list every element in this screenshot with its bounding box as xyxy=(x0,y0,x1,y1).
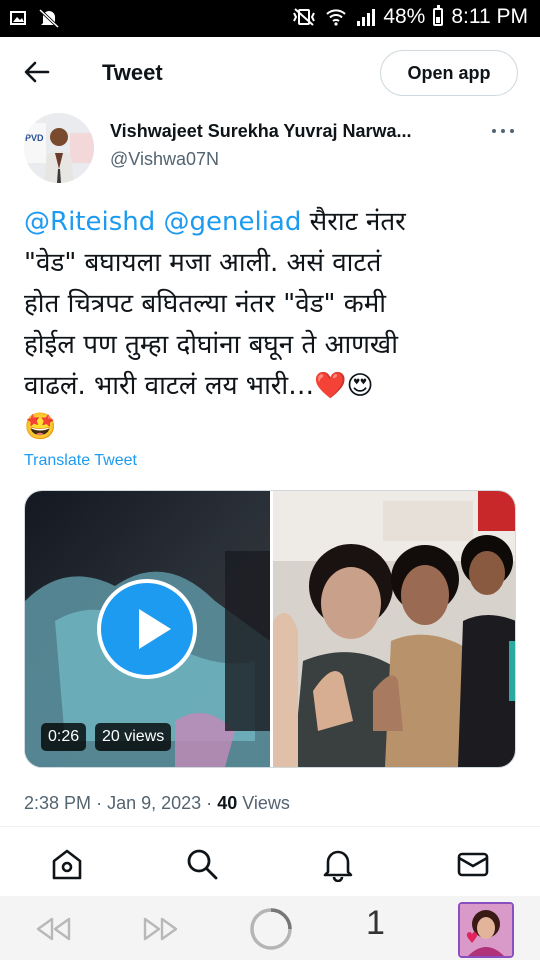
tweet-text: @Riteishd @geneliad सैराट नंतर "वेड" बघा… xyxy=(24,202,520,448)
loading-ring-icon xyxy=(250,908,292,950)
home-icon xyxy=(52,849,82,880)
tab-notifications[interactable] xyxy=(320,846,356,883)
play-button[interactable] xyxy=(97,579,197,679)
tweet-line-5-text: वाढलं. भारी वाटलं लय भारी… xyxy=(24,371,315,401)
back-button[interactable] xyxy=(22,57,52,87)
tweet-date[interactable]: Jan 9, 2023 xyxy=(107,793,201,813)
wifi-icon xyxy=(326,9,347,26)
battery-icon xyxy=(433,5,444,26)
tab-thumbnail[interactable] xyxy=(458,902,514,958)
translate-tweet-link[interactable]: Translate Tweet xyxy=(24,452,137,470)
rewind-icon xyxy=(36,917,71,941)
bottom-tab-bar xyxy=(0,836,540,892)
heart-emoji: ❤️ xyxy=(314,371,347,401)
tab-home[interactable] xyxy=(49,846,85,882)
tweet-line-4: होईल पण तुम्हा दोघांना बघून ते आणखी xyxy=(24,330,398,360)
author-handle[interactable]: @Vishwa07N xyxy=(110,149,219,170)
more-options-button[interactable] xyxy=(492,122,514,140)
signal-icon xyxy=(357,9,376,26)
more-horizontal-icon xyxy=(492,129,496,133)
gallery-notification-icon xyxy=(10,11,26,25)
bell-icon xyxy=(323,850,353,883)
avatar-sign-text: PVD xyxy=(25,133,44,143)
tweet-media: 0:26 20 views xyxy=(24,490,516,768)
tweet-line-6: 🤩 xyxy=(24,407,520,448)
status-left-icons xyxy=(10,8,60,28)
status-right: 48% 8:11 PM xyxy=(291,5,528,29)
tweet-line-1-text: सैराट नंतर xyxy=(301,207,406,237)
vibrate-mute-icon xyxy=(293,8,316,26)
author-name[interactable]: Vishwajeet Surekha Yuvraj Narwa... xyxy=(110,121,412,142)
browser-forward-button[interactable] xyxy=(142,916,180,947)
tweet-line-5: वाढलं. भारी वाटलं लय भारी…❤️😍 xyxy=(24,366,520,407)
avatar-photo xyxy=(24,113,94,183)
search-icon xyxy=(187,849,218,880)
divider xyxy=(0,826,540,827)
browser-back-button[interactable] xyxy=(34,916,72,947)
views-count: 40 xyxy=(217,793,238,813)
video-duration: 0:26 xyxy=(41,723,87,751)
mention-riteishd[interactable]: @Riteishd xyxy=(24,207,155,237)
tweet-line-1: @Riteishd @geneliad सैराट नंतर xyxy=(24,202,520,243)
notifications-muted-icon xyxy=(38,8,60,28)
tab-messages[interactable] xyxy=(455,846,491,882)
arrow-left-icon xyxy=(24,61,50,83)
video-views: 20 views xyxy=(95,723,172,751)
open-app-button[interactable]: Open app xyxy=(380,50,518,96)
tweet-line-3: होत चित्रपट बघितल्या नंतर "वेड" कमी xyxy=(24,289,387,319)
tweet-time[interactable]: 2:38 PM xyxy=(24,793,91,813)
video-thumbnail[interactable]: 0:26 20 views xyxy=(25,491,270,767)
reload-button[interactable] xyxy=(248,906,294,957)
tab-thumbnail-image xyxy=(460,904,512,956)
photo-thumbnail[interactable] xyxy=(273,491,515,767)
tab-count[interactable]: 1 xyxy=(366,904,385,943)
avatar[interactable]: PVD xyxy=(24,113,94,183)
views-label: Views xyxy=(242,793,290,813)
heart-eyes-emoji: 😍 xyxy=(346,371,374,401)
battery-percent: 48% xyxy=(383,5,426,28)
page-title: Tweet xyxy=(102,60,163,85)
group-selfie-photo xyxy=(273,491,515,767)
status-bar: 48% 8:11 PM xyxy=(0,0,540,37)
tweet-line-2: "वेड" बघायला मजा आली. असं वाटतं xyxy=(24,248,382,278)
clock: 8:11 PM xyxy=(451,5,528,28)
tweet-header: Tweet Open app xyxy=(0,37,540,109)
meta-separator-1: · xyxy=(96,793,103,813)
fast-forward-icon xyxy=(143,917,178,941)
star-struck-emoji: 🤩 xyxy=(24,412,57,442)
mention-geneliad[interactable]: @geneliad xyxy=(164,207,302,237)
envelope-icon xyxy=(457,852,489,877)
tab-search[interactable] xyxy=(184,846,220,882)
browser-toolbar: 1 xyxy=(0,896,540,960)
tweet-meta: 2:38 PM · Jan 9, 2023 · 40 Views xyxy=(24,793,290,814)
meta-separator-2: · xyxy=(206,793,213,813)
